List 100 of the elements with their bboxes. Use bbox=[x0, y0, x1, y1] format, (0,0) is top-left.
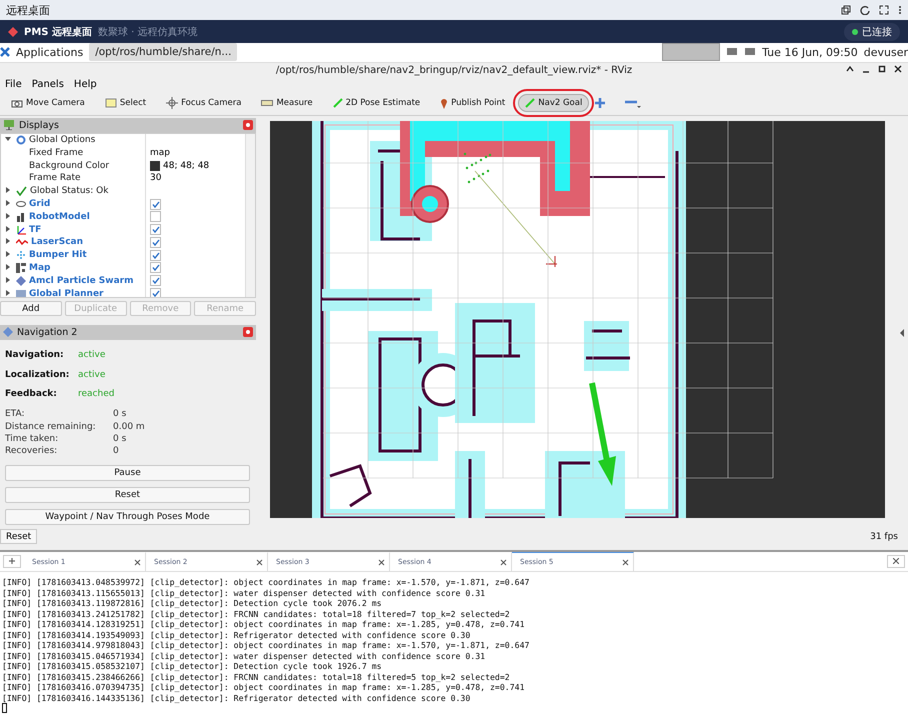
expand-arrow-icon[interactable] bbox=[5, 264, 11, 270]
property-label: Fixed Frame bbox=[29, 148, 84, 158]
tree-item-label[interactable]: Global Planner bbox=[29, 288, 104, 298]
menu-item[interactable]: Panels bbox=[32, 79, 64, 90]
tool-button[interactable]: Measure bbox=[254, 94, 320, 112]
nav-button[interactable]: Pause bbox=[5, 465, 250, 482]
menu-item[interactable]: Help bbox=[74, 79, 97, 90]
tree-item-label[interactable]: TF bbox=[29, 224, 42, 235]
window-title: /opt/ros/humble/share/nav2_bringup/rviz/nav2_default_view.rviz* - RViz bbox=[276, 65, 632, 76]
property-label: Background Color bbox=[29, 160, 110, 171]
log-line: [INFO] [1781603415.238466266] [clip_detector]: FRCNN candidates: total=18 filtered=5 top_k=2 selected=2 bbox=[2, 672, 511, 682]
user-name[interactable]: devuser bbox=[864, 46, 908, 59]
expand-arrow-icon[interactable] bbox=[5, 212, 11, 219]
status-label: Navigation: bbox=[5, 350, 65, 360]
tool-button[interactable]: Focus Camera bbox=[159, 93, 248, 114]
close-icon bbox=[378, 558, 385, 566]
checkbox[interactable] bbox=[150, 198, 161, 210]
collapse-arrow-icon[interactable] bbox=[5, 136, 11, 142]
diamond-icon bbox=[3, 327, 13, 338]
pin-icon bbox=[440, 97, 448, 110]
log-line: [INFO] [1781603414.193549093] [clip_detector]: Refrigerator detected with confidence score 0.30 bbox=[2, 630, 472, 640]
applications-menu[interactable]: Applications bbox=[16, 46, 84, 59]
new-tab-button[interactable] bbox=[3, 555, 21, 568]
tool-button[interactable]: Select bbox=[98, 94, 154, 112]
tree-item-label[interactable]: Map bbox=[29, 262, 50, 273]
maximize-icon bbox=[878, 65, 886, 74]
collapse-arrow-icon bbox=[900, 329, 905, 338]
status-value: active bbox=[78, 370, 106, 380]
status-value: reached bbox=[78, 389, 114, 400]
log-line: [INFO] [1781603414.979818043] [clip_detector]: object coordinates in map frame: x=-1.570, y=-1.871, z=0.647 bbox=[2, 640, 530, 651]
property-value[interactable]: map bbox=[150, 148, 170, 158]
tree-item-label[interactable]: RobotModel bbox=[29, 212, 90, 222]
color-swatch bbox=[150, 160, 160, 171]
checkbox[interactable] bbox=[150, 224, 161, 236]
scrollbar[interactable] bbox=[245, 134, 255, 298]
expand-arrow-icon[interactable] bbox=[5, 238, 11, 244]
checkbox[interactable] bbox=[150, 211, 161, 222]
app-subtitle: 数聚球 · 远程仿真环境 bbox=[98, 26, 199, 39]
tree-item-label[interactable]: Grid bbox=[29, 199, 50, 209]
log-line: [INFO] [1781603416.070394735] [clip_detector]: object coordinates in map frame: x=-1.285, y=0.478, z=0.741 bbox=[2, 682, 526, 693]
expand-arrow-icon[interactable] bbox=[5, 251, 11, 258]
refresh-icon bbox=[860, 5, 870, 16]
text-cursor bbox=[2, 703, 7, 714]
reset-button[interactable]: Reset bbox=[0, 529, 38, 544]
tool-button[interactable]: 2D Pose Estimate bbox=[326, 94, 428, 112]
panel-button[interactable]: Add bbox=[0, 301, 62, 316]
nav-button[interactable]: Waypoint / Nav Through Poses Mode bbox=[5, 509, 250, 526]
panel-title: Navigation 2 bbox=[17, 326, 78, 338]
clock[interactable]: Tue 16 Jun, 09:50 bbox=[762, 46, 858, 59]
metric-label: ETA: bbox=[5, 409, 26, 420]
close-icon bbox=[243, 327, 253, 338]
nav-button[interactable]: Reset bbox=[5, 487, 250, 504]
log-line: [INFO] [1781603413.241251782] [clip_detector]: FRCNN candidates: total=18 filtered=7 top_k=2 selected=2 bbox=[2, 608, 511, 620]
close-icon bbox=[622, 558, 629, 566]
fullscreen-icon bbox=[879, 5, 889, 16]
select-icon bbox=[104, 98, 117, 108]
tree-item-label[interactable]: Global Options bbox=[29, 135, 96, 146]
monitor-icon bbox=[726, 47, 738, 58]
taskbar-window[interactable]: /opt/ros/humble/share/n... bbox=[89, 43, 238, 62]
property-label: Frame Rate bbox=[29, 173, 81, 184]
fps-counter: 31 fps bbox=[870, 532, 898, 542]
tool-button[interactable]: Move Camera bbox=[4, 94, 92, 112]
caret-up-icon bbox=[846, 65, 854, 74]
metric-value: 0 bbox=[113, 446, 119, 456]
connection-status: 已连接 bbox=[844, 22, 900, 41]
checkbox[interactable] bbox=[150, 288, 161, 298]
plus-icon bbox=[595, 98, 606, 108]
close-icon bbox=[893, 558, 899, 564]
metric-value: 0 s bbox=[113, 409, 126, 420]
property-value[interactable]: 30 bbox=[150, 173, 162, 184]
tree-item-label[interactable]: Global Status: Ok bbox=[30, 186, 108, 196]
tree-item-label[interactable]: Bumper Hit bbox=[29, 250, 87, 260]
property-value[interactable]: 48; 48; 48 bbox=[163, 160, 210, 171]
expand-arrow-icon[interactable] bbox=[5, 226, 11, 232]
tree-item-label[interactable]: LaserScan bbox=[31, 237, 84, 248]
tree-item-label[interactable]: Amcl Particle Swarm bbox=[29, 276, 134, 286]
expand-arrow-icon[interactable] bbox=[5, 200, 11, 206]
log-line: [INFO] [1781603415.046571934] [clip_detector]: water dispenser detected with confidence score 0.31 bbox=[2, 650, 486, 662]
expand-arrow-icon[interactable] bbox=[5, 290, 11, 296]
checkbox[interactable] bbox=[150, 262, 161, 274]
monitor-icon bbox=[744, 47, 756, 58]
close-button[interactable] bbox=[887, 555, 905, 568]
checkmark-icon bbox=[152, 200, 160, 208]
panel-title: Displays bbox=[19, 120, 60, 131]
workspace-switcher[interactable] bbox=[662, 43, 720, 62]
log-line: [INFO] [1781603413.048539972] [clip_detector]: object coordinates in map frame: x=-1.570, y=-1.871, z=0.647 bbox=[2, 577, 530, 588]
map-viewport[interactable] bbox=[270, 121, 885, 518]
checkbox[interactable] bbox=[150, 236, 161, 248]
metric-label: Recoveries: bbox=[5, 446, 58, 456]
checkbox[interactable] bbox=[150, 275, 161, 286]
app-title: PMS 远程桌面 bbox=[24, 26, 92, 39]
expand-arrow-icon[interactable] bbox=[5, 276, 11, 283]
tool-button[interactable]: Publish Point bbox=[433, 93, 512, 114]
menu-item[interactable]: File bbox=[5, 79, 22, 90]
status-label: Localization: bbox=[5, 370, 70, 380]
metric-label: Distance remaining: bbox=[5, 422, 97, 432]
expand-arrow-icon[interactable] bbox=[5, 187, 11, 194]
checkbox[interactable] bbox=[150, 250, 161, 261]
log-line: [INFO] [1781603416.144335136] [clip_detector]: Refrigerator detected with confidence score 0.30 bbox=[2, 692, 472, 704]
more-icon bbox=[898, 5, 902, 16]
